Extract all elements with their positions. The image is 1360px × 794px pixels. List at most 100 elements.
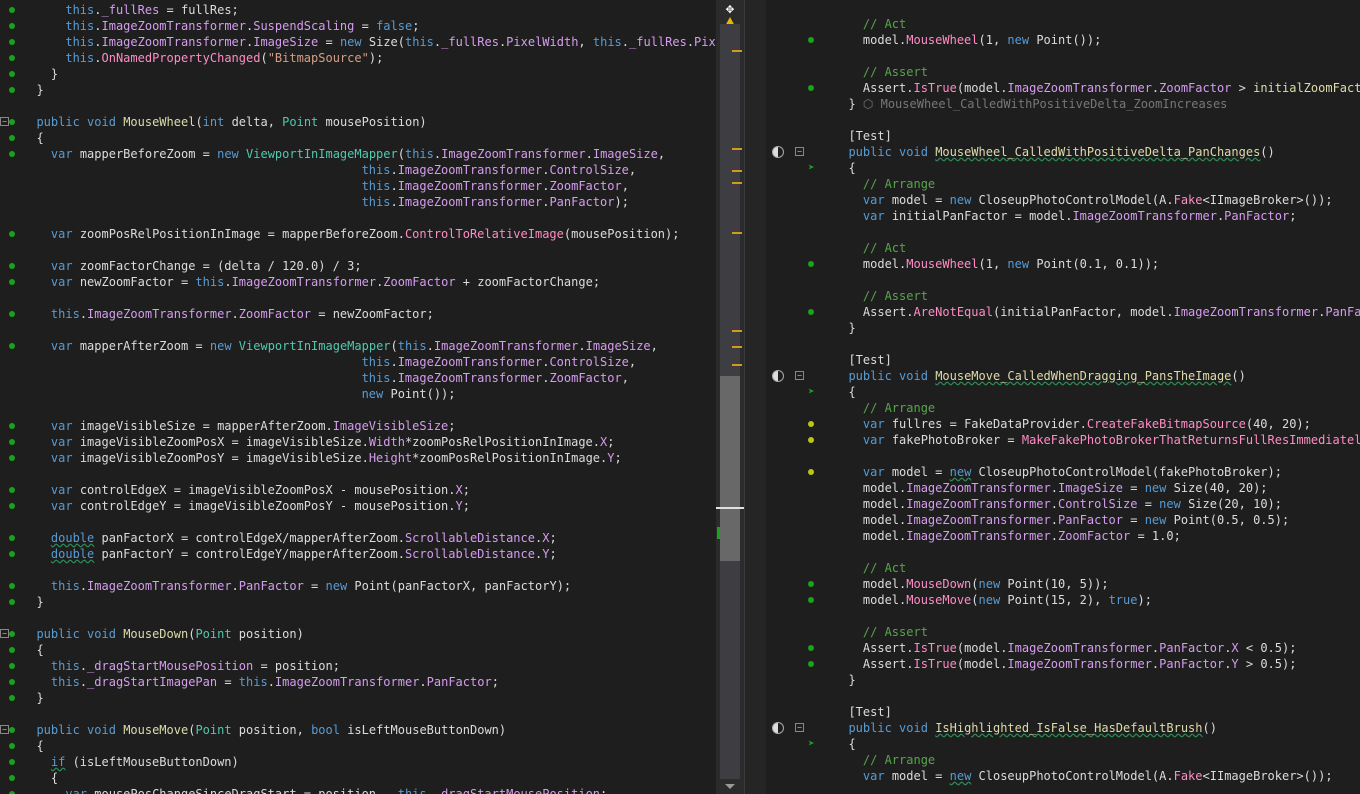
code-line[interactable]: this.ImageZoomTransformer.ZoomFactor, bbox=[0, 370, 716, 386]
code-line[interactable]: // Act bbox=[766, 560, 1360, 576]
code-line[interactable] bbox=[766, 544, 1360, 560]
left-editor-scrollbar[interactable]: ✥ bbox=[716, 0, 744, 794]
code-text[interactable]: this._dragStartMousePosition = position; bbox=[22, 658, 340, 674]
code-line[interactable]: − public void MouseMove(Point position, … bbox=[0, 722, 716, 738]
code-line[interactable]: var fullres = FakeDataProvider.CreateFak… bbox=[766, 416, 1360, 432]
code-line[interactable]: var controlEdgeY = imageVisibleZoomPosY … bbox=[0, 498, 716, 514]
code-text[interactable]: // Act bbox=[834, 16, 906, 32]
code-line[interactable] bbox=[766, 48, 1360, 64]
code-text[interactable]: } bbox=[22, 690, 43, 706]
code-line[interactable]: { bbox=[0, 130, 716, 146]
code-line[interactable] bbox=[766, 448, 1360, 464]
code-line[interactable]: this.ImageZoomTransformer.PanFactor = ne… bbox=[0, 578, 716, 594]
code-text[interactable]: var zoomPosRelPositionInImage = mapperBe… bbox=[22, 226, 680, 242]
code-line[interactable] bbox=[0, 610, 716, 626]
code-text[interactable]: [Test] bbox=[834, 352, 891, 368]
code-line[interactable] bbox=[0, 322, 716, 338]
code-text[interactable]: // Assert bbox=[834, 624, 928, 640]
code-line[interactable]: // Assert bbox=[766, 288, 1360, 304]
code-text[interactable]: // Assert bbox=[834, 288, 928, 304]
code-text[interactable]: var model = new CloseupPhotoControlModel… bbox=[834, 192, 1333, 208]
code-line[interactable]: var zoomPosRelPositionInImage = mapperBe… bbox=[0, 226, 716, 242]
code-line[interactable]: } bbox=[766, 320, 1360, 336]
code-line[interactable] bbox=[766, 336, 1360, 352]
code-line[interactable] bbox=[766, 272, 1360, 288]
code-line[interactable]: this.ImageZoomTransformer.PanFactor); bbox=[0, 194, 716, 210]
code-line[interactable]: var model = new CloseupPhotoControlModel… bbox=[766, 464, 1360, 480]
code-line[interactable]: // Act bbox=[766, 16, 1360, 32]
collapse-toggle-icon[interactable]: − bbox=[795, 723, 804, 732]
code-line[interactable]: this.ImageZoomTransformer.ControlSize, bbox=[0, 354, 716, 370]
code-text[interactable]: } bbox=[834, 320, 855, 336]
code-text[interactable]: Assert.IsTrue(model.ImageZoomTransformer… bbox=[834, 656, 1297, 672]
code-text[interactable]: } bbox=[834, 672, 855, 688]
code-line[interactable]: model.MouseMove(new Point(15, 2), true); bbox=[766, 592, 1360, 608]
code-text[interactable]: var imageVisibleSize = mapperAfterZoom.I… bbox=[22, 418, 456, 434]
code-text[interactable]: [Test] bbox=[834, 704, 891, 720]
code-text[interactable]: // Act bbox=[834, 560, 906, 576]
code-line[interactable]: this.ImageZoomTransformer.ControlSize, bbox=[0, 162, 716, 178]
code-line[interactable] bbox=[0, 466, 716, 482]
code-line[interactable]: this._fullRes = fullRes; bbox=[0, 2, 716, 18]
test-run-icon[interactable] bbox=[772, 370, 784, 382]
code-text[interactable]: this.ImageZoomTransformer.ControlSize, bbox=[22, 162, 637, 178]
code-text[interactable]: // Arrange bbox=[834, 752, 935, 768]
code-line[interactable]: this.OnNamedPropertyChanged("BitmapSourc… bbox=[0, 50, 716, 66]
code-line[interactable]: } bbox=[766, 672, 1360, 688]
code-line[interactable]: } bbox=[0, 594, 716, 610]
code-text[interactable]: var imageVisibleZoomPosY = imageVisibleS… bbox=[22, 450, 622, 466]
code-text[interactable]: var controlEdgeX = imageVisibleZoomPosX … bbox=[22, 482, 470, 498]
code-line[interactable]: model.MouseWheel(1, new Point()); bbox=[766, 32, 1360, 48]
code-text[interactable]: model.MouseMove(new Point(15, 2), true); bbox=[834, 592, 1152, 608]
code-line[interactable]: var imageVisibleSize = mapperAfterZoom.I… bbox=[0, 418, 716, 434]
code-line[interactable]: ➤ { bbox=[766, 160, 1360, 176]
code-line[interactable]: − public void IsHighlighted_IsFalse_HasD… bbox=[766, 720, 1360, 736]
code-text[interactable]: model.ImageZoomTransformer.PanFactor = n… bbox=[834, 512, 1289, 528]
code-line[interactable]: var zoomFactorChange = (delta / 120.0) /… bbox=[0, 258, 716, 274]
code-line[interactable] bbox=[0, 290, 716, 306]
code-line[interactable]: this._dragStartMousePosition = position; bbox=[0, 658, 716, 674]
code-text[interactable]: this.ImageZoomTransformer.PanFactor = ne… bbox=[22, 578, 571, 594]
code-text[interactable]: var mousePosChangeSinceDragStart = posit… bbox=[22, 786, 607, 794]
code-text[interactable]: { bbox=[22, 130, 43, 146]
code-line[interactable] bbox=[0, 514, 716, 530]
code-line[interactable]: model.ImageZoomTransformer.ControlSize =… bbox=[766, 496, 1360, 512]
code-text[interactable]: var fullres = FakeDataProvider.CreateFak… bbox=[834, 416, 1311, 432]
code-line[interactable]: var model = new CloseupPhotoControlModel… bbox=[766, 768, 1360, 784]
code-text[interactable]: } ⬡ MouseWheel_CalledWithPositiveDelta_Z… bbox=[834, 96, 1227, 112]
code-text[interactable]: double panFactorX = controlEdgeX/mapperA… bbox=[22, 530, 557, 546]
code-line[interactable]: } ⬡ MouseWheel_CalledWithPositiveDelta_Z… bbox=[766, 96, 1360, 112]
code-text[interactable]: // Arrange bbox=[834, 400, 935, 416]
collapse-toggle-icon[interactable]: − bbox=[0, 117, 9, 126]
code-text[interactable]: public void IsHighlighted_IsFalse_HasDef… bbox=[834, 720, 1217, 736]
code-line[interactable]: this.ImageZoomTransformer.ZoomFactor, bbox=[0, 178, 716, 194]
code-line[interactable]: − public void MouseWheel(int delta, Poin… bbox=[0, 114, 716, 130]
code-line[interactable] bbox=[766, 608, 1360, 624]
code-text[interactable]: var fakePhotoBroker = MakeFakePhotoBroke… bbox=[834, 432, 1360, 448]
code-line[interactable]: Assert.IsTrue(model.ImageZoomTransformer… bbox=[766, 656, 1360, 672]
code-line[interactable]: { bbox=[0, 642, 716, 658]
code-line[interactable]: this._dragStartImagePan = this.ImageZoom… bbox=[0, 674, 716, 690]
code-text[interactable]: // Assert bbox=[834, 64, 928, 80]
code-text[interactable]: double panFactorY = controlEdgeY/mapperA… bbox=[22, 546, 557, 562]
code-line[interactable]: double panFactorX = controlEdgeX/mapperA… bbox=[0, 530, 716, 546]
code-line[interactable]: // Arrange bbox=[766, 400, 1360, 416]
code-line[interactable] bbox=[0, 706, 716, 722]
code-line[interactable]: var newZoomFactor = this.ImageZoomTransf… bbox=[0, 274, 716, 290]
code-line[interactable] bbox=[0, 210, 716, 226]
right-code-editor[interactable]: // Act model.MouseWheel(1, new Point());… bbox=[766, 0, 1360, 794]
code-line[interactable]: // Arrange bbox=[766, 752, 1360, 768]
left-code-editor[interactable]: this._fullRes = fullRes; this.ImageZoomT… bbox=[0, 0, 716, 794]
code-line[interactable]: this.ImageZoomTransformer.ZoomFactor = n… bbox=[0, 306, 716, 322]
code-text[interactable]: model.ImageZoomTransformer.ControlSize =… bbox=[834, 496, 1282, 512]
code-text[interactable]: this.ImageZoomTransformer.SuspendScaling… bbox=[22, 18, 419, 34]
code-line[interactable]: model.MouseWheel(1, new Point(0.1, 0.1))… bbox=[766, 256, 1360, 272]
code-text[interactable]: public void MouseWheel(int delta, Point … bbox=[22, 114, 426, 130]
code-line[interactable]: var mapperBeforeZoom = new ViewportInIma… bbox=[0, 146, 716, 162]
code-text[interactable]: var model = new CloseupPhotoControlModel… bbox=[834, 464, 1282, 480]
code-line[interactable]: var initialPanFactor = model.ImageZoomTr… bbox=[766, 208, 1360, 224]
code-line[interactable]: var mousePosChangeSinceDragStart = posit… bbox=[0, 786, 716, 794]
test-run-icon[interactable] bbox=[772, 146, 784, 158]
code-line[interactable]: ➤ { bbox=[766, 736, 1360, 752]
code-text[interactable]: var controlEdgeY = imageVisibleZoomPosY … bbox=[22, 498, 470, 514]
